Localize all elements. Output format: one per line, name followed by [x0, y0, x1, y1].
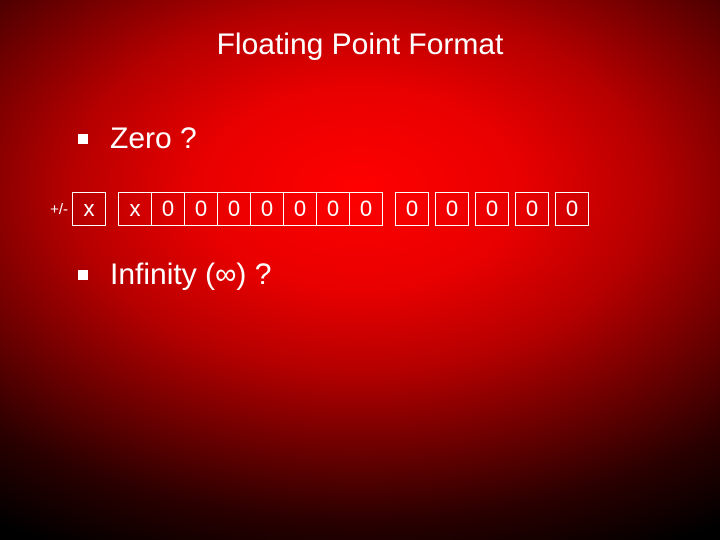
- sign-label: +/-: [44, 201, 68, 218]
- bit-cells: x x 0 0 0 0 0 0 0 0 0 0 0 0: [72, 192, 589, 226]
- bit-cell: 0: [217, 192, 251, 226]
- bit-cell: 0: [395, 192, 429, 226]
- bit-cell: 0: [555, 192, 589, 226]
- bullet-square-icon: [78, 134, 88, 144]
- bit-cell: 0: [151, 192, 185, 226]
- bullet-infinity: Infinity (∞) ?: [78, 258, 271, 292]
- bit-cell: 0: [283, 192, 317, 226]
- bit-cell: 0: [515, 192, 549, 226]
- bit-cell: x: [118, 192, 152, 226]
- bullet-infinity-text: Infinity (∞) ?: [110, 258, 271, 292]
- bullet-zero-text: Zero ?: [110, 122, 197, 156]
- bit-representation-row: +/- x x 0 0 0 0 0 0 0 0 0 0 0 0: [44, 192, 589, 226]
- bit-cell: 0: [250, 192, 284, 226]
- bit-cell: 0: [435, 192, 469, 226]
- bit-cell: 0: [475, 192, 509, 226]
- bit-cell: 0: [316, 192, 350, 226]
- bullet-zero: Zero ?: [78, 122, 197, 156]
- slide-title: Floating Point Format: [0, 28, 720, 62]
- bullet-square-icon: [78, 270, 88, 280]
- bit-cell: 0: [184, 192, 218, 226]
- bit-cell: 0: [349, 192, 383, 226]
- bit-cell: x: [72, 192, 106, 226]
